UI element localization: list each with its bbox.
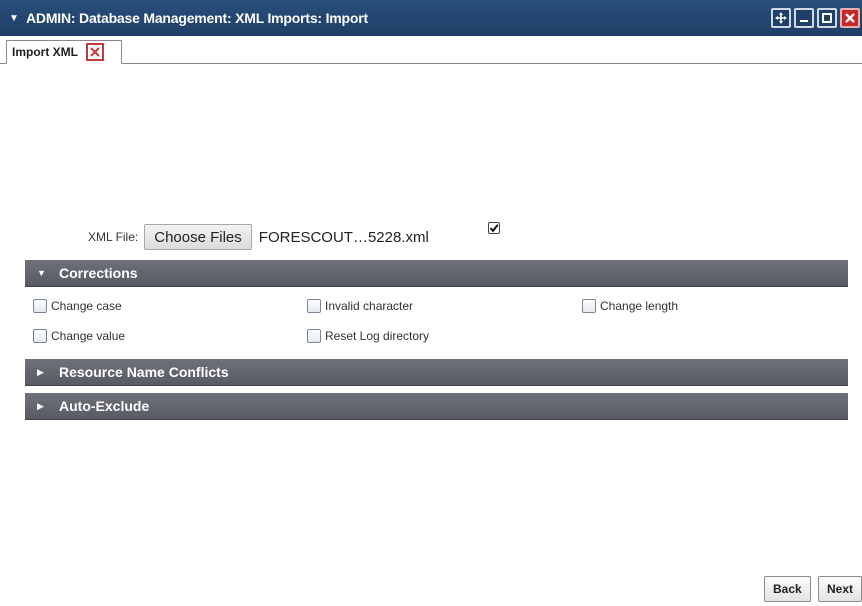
checkmark-icon (489, 224, 499, 233)
caret-right-icon: ▶ (37, 366, 44, 377)
section-label: Auto-Exclude (59, 398, 150, 414)
option-change-value[interactable]: Change value (33, 329, 125, 343)
tab-label: Import XML (12, 45, 78, 59)
checkbox[interactable] (33, 329, 47, 343)
option-label: Invalid character (325, 299, 414, 313)
option-invalid-character[interactable]: Invalid character (307, 299, 413, 313)
option-label: Change value (51, 329, 126, 343)
minimize-icon[interactable] (794, 8, 814, 28)
option-change-case[interactable]: Change case (33, 299, 122, 313)
xml-file-row: XML File: Choose Files FORESCOUT…5228.xm… (88, 224, 429, 250)
window-controls (771, 8, 860, 28)
section-resource-name-conflicts[interactable]: ▶ Resource Name Conflicts (25, 359, 848, 386)
back-button[interactable]: Back (764, 576, 811, 602)
checkbox[interactable] (33, 299, 47, 313)
file-checkbox[interactable] (488, 222, 500, 234)
tab-strip: Import XML (0, 38, 862, 64)
move-icon[interactable] (771, 8, 791, 28)
caret-down-icon: ▼ (37, 268, 46, 278)
option-label: Change case (51, 299, 122, 313)
caret-right-icon: ▶ (37, 400, 44, 411)
selected-file-name: FORESCOUT…5228.xml (258, 228, 429, 246)
option-change-length[interactable]: Change length (582, 299, 678, 313)
section-corrections[interactable]: ▼ Corrections (25, 260, 848, 287)
option-reset-log-directory[interactable]: Reset Log directory (307, 329, 429, 343)
section-label: Resource Name Conflicts (59, 364, 229, 380)
option-label: Change length (600, 299, 679, 313)
tab-import-xml[interactable]: Import XML (6, 40, 122, 64)
checkbox[interactable] (307, 299, 321, 313)
checkbox[interactable] (582, 299, 596, 313)
checkbox[interactable] (307, 329, 321, 343)
choose-files-button[interactable]: Choose Files (144, 224, 252, 250)
window-titlebar: ▼ ADMIN: Database Management: XML Import… (0, 0, 862, 36)
next-button[interactable]: Next (818, 576, 862, 602)
maximize-icon[interactable] (817, 8, 837, 28)
close-icon[interactable] (840, 8, 860, 28)
close-icon[interactable] (86, 43, 104, 61)
chevron-down-icon[interactable]: ▼ (2, 13, 26, 24)
window-title: ADMIN: Database Management: XML Imports:… (26, 10, 368, 26)
xml-file-label: XML File: (88, 230, 139, 244)
option-label: Reset Log directory (325, 329, 430, 343)
section-label: Corrections (59, 265, 138, 281)
section-auto-exclude[interactable]: ▶ Auto-Exclude (25, 393, 848, 420)
